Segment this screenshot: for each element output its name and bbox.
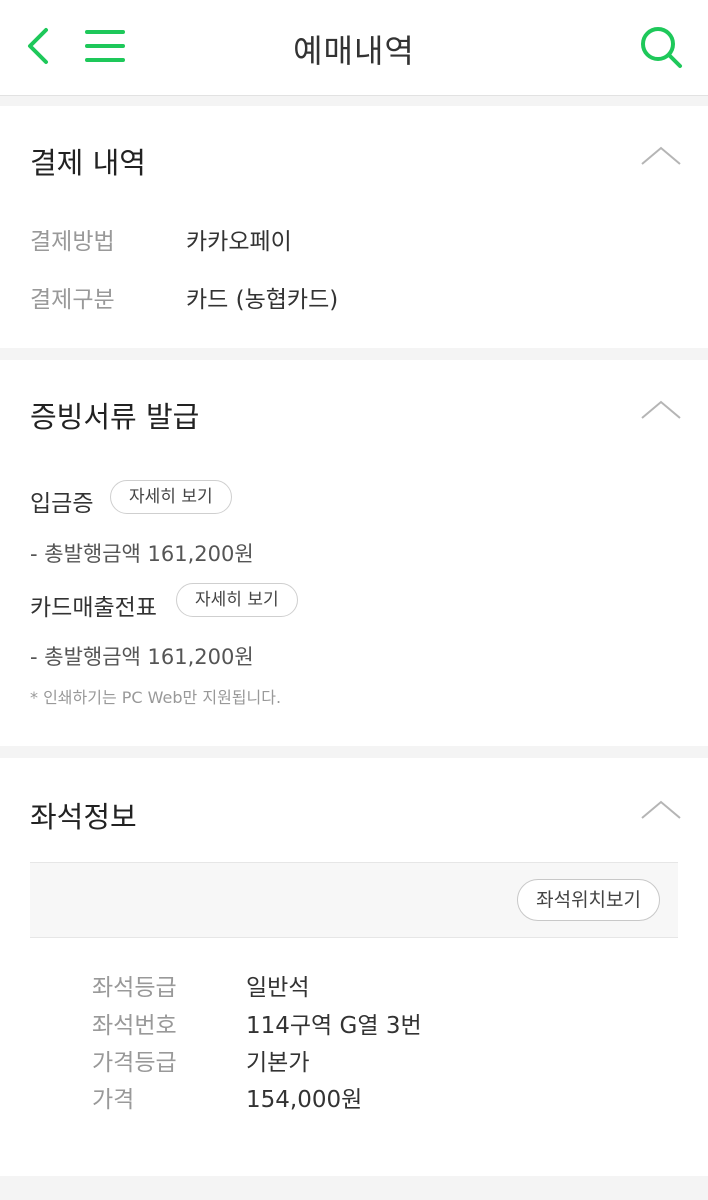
seat-number-label: 좌석번호 xyxy=(92,1013,177,1039)
card-slip-amount: - 총발행금액 161,200원 xyxy=(30,645,254,669)
seat-grade-label: 좌석등급 xyxy=(92,975,177,1001)
price-label: 가격 xyxy=(92,1087,135,1113)
top-navigation-bar: 예매내역 xyxy=(0,0,708,96)
documents-section: 증빙서류 발급 입금증 자세히 보기 - 총발행금액 161,200원 카드매출… xyxy=(0,360,708,746)
price-grade-value: 기본가 xyxy=(246,1050,310,1076)
documents-section-title: 증빙서류 발급 xyxy=(30,400,200,434)
deposit-receipt-detail-button[interactable]: 자세히 보기 xyxy=(110,480,232,514)
collapse-payment-button[interactable] xyxy=(640,144,682,168)
payment-type-value: 카드 (농협카드) xyxy=(186,287,339,313)
deposit-receipt-amount: - 총발행금액 161,200원 xyxy=(30,542,254,566)
deposit-receipt-label: 입금증 xyxy=(30,491,94,517)
seat-number-value: 114구역 G열 3번 xyxy=(246,1013,422,1039)
chevron-up-icon xyxy=(641,400,681,419)
payment-type-label: 결제구분 xyxy=(30,287,115,313)
payment-method-label: 결제방법 xyxy=(30,229,115,255)
payment-section: 결제 내역 결제방법 카카오페이 결제구분 카드 (농협카드) xyxy=(0,106,708,348)
collapse-documents-button[interactable] xyxy=(640,398,682,422)
card-slip-label: 카드매출전표 xyxy=(30,595,157,621)
seat-grade-value: 일반석 xyxy=(246,975,310,1001)
chevron-up-icon xyxy=(641,146,681,165)
card-slip-detail-button[interactable]: 자세히 보기 xyxy=(176,583,298,617)
seat-toolbar: 좌석위치보기 xyxy=(30,862,678,938)
print-note: * 인쇄하기는 PC Web만 지원됩니다. xyxy=(30,688,282,707)
price-value: 154,000원 xyxy=(246,1087,363,1113)
chevron-up-icon xyxy=(641,800,681,819)
search-button[interactable] xyxy=(636,24,686,70)
price-grade-label: 가격등급 xyxy=(92,1050,177,1076)
seat-location-button[interactable]: 좌석위치보기 xyxy=(517,879,660,921)
page-title: 예매내역 xyxy=(293,32,415,70)
seat-section-title: 좌석정보 xyxy=(30,800,137,834)
collapse-seat-button[interactable] xyxy=(640,798,682,822)
search-icon xyxy=(641,27,682,68)
payment-method-value: 카카오페이 xyxy=(186,229,292,255)
payment-section-title: 결제 내역 xyxy=(30,146,146,180)
seat-section: 좌석정보 좌석위치보기 좌석등급 일반석 좌석번호 114구역 G열 3번 가격… xyxy=(0,758,708,1176)
